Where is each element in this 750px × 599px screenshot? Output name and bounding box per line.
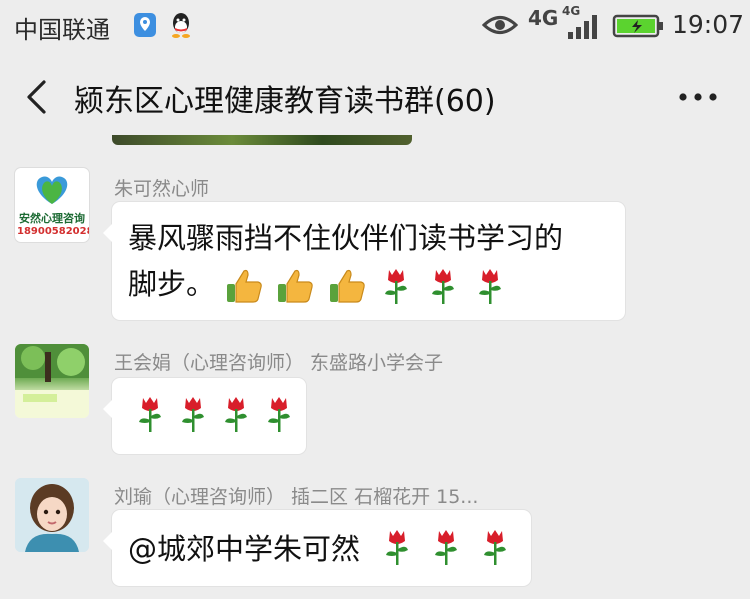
message-bubble[interactable]: 暴风骤雨挡不住伙伴们读书学习的 脚步。 bbox=[103, 202, 625, 320]
thumbs-up-icon bbox=[329, 269, 365, 303]
avatar[interactable] bbox=[15, 478, 89, 552]
rose-icon bbox=[225, 397, 248, 432]
back-chevron-icon[interactable] bbox=[24, 79, 52, 115]
thumbs-up-icon bbox=[278, 269, 314, 303]
chat-title: 颍东区心理健康教育读书群(60) bbox=[74, 84, 496, 119]
chat-header: 颍东区心理健康教育读书群(60) bbox=[0, 52, 750, 140]
avatar-logo-text: 安然心理咨询 bbox=[19, 212, 85, 225]
avatar-photo bbox=[15, 344, 89, 418]
carrier-label: 中国联通 bbox=[14, 16, 110, 44]
sender-name: 刘瑜（心理咨询师） 插二区 石榴花开 15... bbox=[114, 486, 479, 508]
rose-icon bbox=[479, 269, 502, 304]
location-icon bbox=[134, 13, 156, 37]
avatar[interactable]: 安然心理咨询 18900582028 bbox=[15, 168, 89, 242]
message-text-line2: 脚步。 bbox=[128, 267, 216, 301]
avatar-phone: 18900582028 bbox=[17, 226, 89, 237]
eye-icon bbox=[482, 16, 518, 34]
sender-name: 朱可然心师 bbox=[114, 178, 210, 200]
qq-icon bbox=[172, 13, 190, 38]
message-text: @城郊中学朱可然 bbox=[128, 532, 361, 566]
clock: 19:07 bbox=[672, 10, 745, 39]
emoji-row bbox=[132, 394, 299, 434]
rose-icon bbox=[386, 530, 409, 565]
rose-icon bbox=[384, 269, 407, 304]
rose-icon bbox=[435, 530, 458, 565]
signal-icon bbox=[568, 15, 597, 39]
more-dots-icon[interactable] bbox=[678, 92, 718, 102]
message-bubble[interactable]: @城郊中学朱可然 bbox=[103, 510, 531, 586]
network-type: 4G bbox=[528, 6, 559, 30]
status-bar: 中国联通 4G 4G 19:07 bbox=[0, 0, 750, 52]
rose-icon bbox=[139, 397, 161, 432]
rose-icon bbox=[268, 397, 291, 432]
avatar-photo bbox=[15, 478, 89, 552]
battery-icon bbox=[612, 14, 663, 38]
avatar[interactable] bbox=[15, 344, 89, 418]
rose-icon bbox=[484, 530, 507, 565]
emoji-row bbox=[224, 262, 510, 306]
rose-icon bbox=[432, 269, 455, 304]
message-bubble[interactable] bbox=[103, 378, 306, 454]
sender-name: 王会娟（心理咨询师） 东盛路小学会子 bbox=[114, 352, 444, 374]
message-text: 暴风骤雨挡不住伙伴们读书学习的 bbox=[128, 221, 564, 255]
rose-icon bbox=[182, 397, 205, 432]
previous-image-message[interactable] bbox=[112, 135, 412, 145]
thumbs-up-icon bbox=[227, 269, 263, 303]
